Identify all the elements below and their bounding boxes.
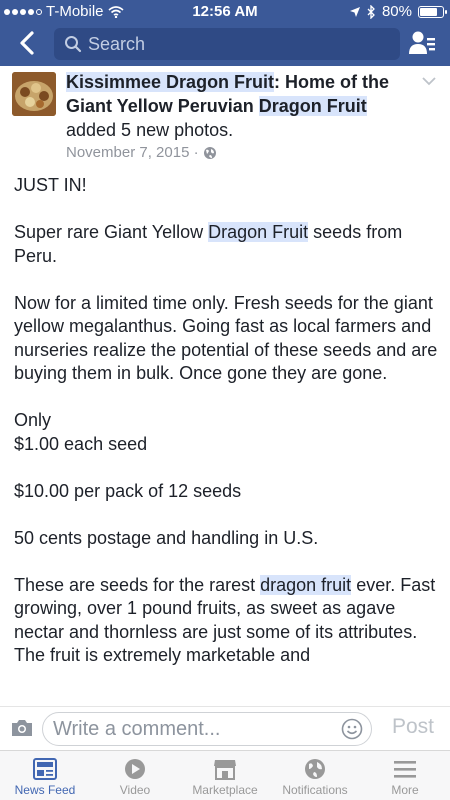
post-paragraph: $1.00 each seed bbox=[14, 433, 148, 454]
post-meta: November 7, 2015 · bbox=[66, 144, 217, 161]
avatar-image bbox=[12, 72, 56, 116]
globe-notifications-icon bbox=[305, 759, 325, 779]
back-arrow-icon[interactable] bbox=[16, 30, 40, 56]
post-text: JUST IN! Super rare Giant Yellow Dragon … bbox=[14, 174, 439, 668]
post-paragraph: Now for a limited time only. Fresh seeds… bbox=[14, 292, 438, 384]
marketplace-icon bbox=[214, 760, 236, 780]
top-header: T-Mobile 12:56 AM 80% bbox=[0, 0, 450, 66]
battery-percent: 80% bbox=[381, 3, 412, 20]
tab-label: Marketplace bbox=[192, 783, 258, 797]
camera-icon[interactable] bbox=[10, 718, 34, 738]
tab-news-feed[interactable]: News Feed bbox=[0, 751, 90, 800]
search-input[interactable] bbox=[88, 33, 368, 55]
location-arrow-icon bbox=[349, 6, 360, 17]
tab-label: Notifications bbox=[282, 783, 348, 797]
text-segment: These are seeds for the rarest bbox=[14, 574, 261, 595]
tab-label: News Feed bbox=[14, 783, 76, 797]
hashtag-link[interactable]: dragon fruit bbox=[260, 574, 352, 595]
page-name-tail[interactable]: Dragon Fruit bbox=[258, 96, 367, 116]
bluetooth-icon bbox=[367, 4, 375, 19]
search-row bbox=[0, 22, 450, 66]
status-bar: T-Mobile 12:56 AM 80% bbox=[0, 0, 450, 22]
post-paragraph: JUST IN! bbox=[14, 175, 87, 195]
comment-input[interactable] bbox=[53, 717, 323, 741]
comment-bar: Post bbox=[0, 706, 450, 750]
post-paragraph: $10.00 per pack of 12 seeds bbox=[14, 480, 242, 501]
search-icon bbox=[65, 36, 82, 53]
menu-icon bbox=[394, 761, 416, 778]
post-paragraph: Super rare Giant Yellow Dragon Fruit see… bbox=[14, 221, 439, 268]
hashtag-link[interactable]: Dragon Fruit bbox=[208, 222, 309, 242]
tab-marketplace[interactable]: Marketplace bbox=[180, 751, 270, 800]
post-paragraph: 50 cents postage and handling in U.S. bbox=[14, 527, 319, 548]
smiley-icon[interactable] bbox=[341, 718, 363, 740]
friend-requests-icon[interactable] bbox=[408, 30, 436, 56]
page-avatar[interactable] bbox=[12, 72, 56, 116]
post-action: added 5 new photos. bbox=[66, 120, 234, 140]
globe-icon bbox=[203, 146, 216, 159]
post-title: Kissimmee Dragon Fruit: Home of the Gian… bbox=[66, 70, 416, 142]
text-segment: Super rare Giant Yellow bbox=[14, 222, 209, 242]
tab-notifications[interactable]: Notifications bbox=[270, 751, 360, 800]
tab-label: More bbox=[391, 783, 419, 797]
post-paragraph: Only bbox=[14, 410, 52, 430]
comment-field[interactable] bbox=[42, 712, 372, 746]
post-paragraph: These are seeds for the rarest dragon fr… bbox=[14, 574, 439, 668]
tab-more[interactable]: More bbox=[360, 751, 450, 800]
page-name-link[interactable]: Kissimmee Dragon Fruit bbox=[66, 72, 275, 92]
search-box[interactable] bbox=[54, 28, 400, 60]
chevron-down-icon[interactable] bbox=[422, 76, 436, 86]
news-feed-icon bbox=[33, 758, 57, 780]
battery-icon bbox=[418, 5, 447, 18]
tab-video[interactable]: Video bbox=[90, 751, 180, 800]
post-header: Kissimmee Dragon Fruit: Home of the Gian… bbox=[0, 66, 450, 166]
tab-label: Video bbox=[119, 783, 151, 797]
video-icon bbox=[125, 759, 145, 779]
status-right: 80% bbox=[349, 3, 447, 20]
bottom-tab-bar: News Feed Video Marketplace Notification… bbox=[0, 750, 450, 800]
post-date[interactable]: November 7, 2015 · bbox=[66, 144, 199, 161]
post-comment-button[interactable]: Post bbox=[392, 715, 434, 739]
